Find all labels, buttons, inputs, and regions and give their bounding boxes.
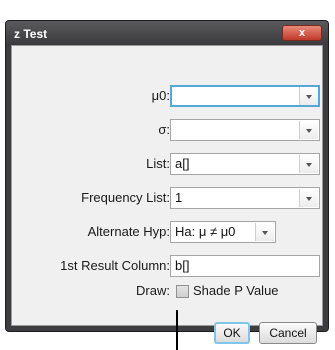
chevron-down-icon[interactable]	[299, 121, 318, 139]
draw-label: Draw:	[136, 283, 170, 298]
chevron-down-icon[interactable]	[255, 223, 274, 241]
close-button[interactable]: x	[282, 25, 322, 41]
chevron-down-icon[interactable]	[299, 189, 318, 207]
frequency-list-label: Frequency List:	[81, 190, 170, 205]
sigma-field[interactable]	[170, 119, 320, 141]
chevron-down-icon[interactable]	[299, 155, 318, 173]
mu0-label: μ0:	[151, 88, 170, 103]
ok-button[interactable]: OK	[214, 322, 250, 344]
shade-p-value-label[interactable]: Shade P Value	[193, 283, 279, 298]
chevron-down-icon[interactable]	[299, 87, 318, 105]
alternate-hyp-label: Alternate Hyp:	[87, 224, 170, 239]
callout-pointer-line	[176, 310, 178, 350]
frequency-list-field[interactable]: 1	[170, 187, 320, 209]
result-column-field[interactable]: b[]	[170, 255, 320, 277]
list-label: List:	[146, 156, 170, 171]
title-bar[interactable]: z Test x	[6, 21, 328, 45]
result-column-label: 1st Result Column:	[60, 258, 170, 273]
cancel-button[interactable]: Cancel	[259, 322, 317, 344]
dialog-title: z Test	[14, 27, 48, 41]
dialog-body: μ0: σ: List: a[] Frequency List: 1 Alter…	[11, 45, 323, 344]
alternate-hyp-select[interactable]: Ha: μ ≠ μ0	[170, 221, 276, 243]
list-value: a[]	[175, 156, 190, 171]
list-field[interactable]: a[]	[170, 153, 320, 175]
shade-p-value-checkbox[interactable]	[176, 285, 189, 298]
sigma-label: σ:	[158, 122, 170, 137]
z-test-dialog: z Test x μ0: σ: List: a[] Frequency List…	[5, 20, 329, 344]
mu0-field[interactable]	[170, 85, 320, 107]
result-column-value: b[]	[175, 258, 190, 273]
alternate-hyp-value: Ha: μ ≠ μ0	[175, 224, 236, 239]
frequency-list-value: 1	[175, 190, 183, 205]
